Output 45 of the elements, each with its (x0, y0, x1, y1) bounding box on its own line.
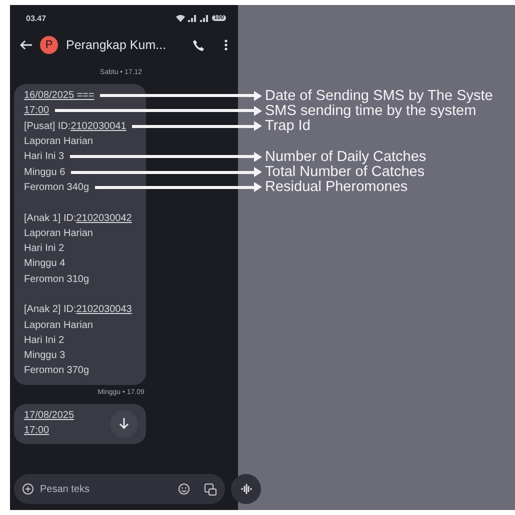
message-link[interactable]: 17:00 (24, 105, 50, 116)
contact-name: Perangkap Kum... (66, 38, 168, 52)
more-icon[interactable] (224, 39, 228, 51)
wifi-icon (176, 14, 185, 22)
message-input[interactable]: Pesan teks (40, 484, 172, 494)
message-line: Hari Ini 3 (24, 151, 64, 162)
message-line: Laporan Harian (24, 228, 93, 239)
message-line: Minggu 4 (24, 258, 66, 270)
annotation-label: Total Number of Catches (265, 164, 425, 180)
status-time: 03.47 (26, 14, 46, 22)
phone-icon[interactable] (193, 40, 204, 50)
signal-icon (200, 14, 209, 22)
message-line: Laporan Harian (24, 136, 93, 148)
scroll-down-button[interactable] (110, 410, 138, 438)
annotation-label: Trap Id (265, 118, 310, 134)
message-line: [Pusat] ID:2102030041 (24, 120, 126, 132)
message-link[interactable]: 17:00 (24, 425, 50, 436)
message-line: Feromon 310g (24, 274, 90, 285)
contact-avatar: P (40, 36, 58, 54)
signal-icon (188, 14, 197, 22)
voice-button[interactable] (231, 474, 261, 504)
annotation-label: Date of Sending SMS by The Syste (265, 88, 493, 104)
message-link[interactable]: 2102030042 (76, 212, 132, 224)
waveform-icon (240, 484, 252, 494)
annotation-label: SMS sending time by the system (265, 102, 476, 119)
annotation-label: Number of Daily Catches (265, 148, 426, 165)
message-line: [Anak 2] ID:2102030043 (24, 304, 132, 316)
gallery-icon[interactable] (204, 482, 217, 496)
message-line: [Anak 1] ID:2102030042 (24, 212, 132, 224)
message-link[interactable]: 2102030043 (76, 304, 132, 316)
add-icon[interactable] (22, 483, 34, 495)
message-line: Minggu 3 (24, 350, 66, 362)
back-icon[interactable] (20, 40, 32, 50)
message-line: Hari Ini 2 (24, 334, 64, 346)
message-link[interactable]: 16/08/2025 === (24, 90, 94, 102)
message-line: Hari Ini 2 (24, 243, 64, 254)
annotation-label: Residual Pheromones (265, 179, 408, 196)
message-link[interactable]: 17/08/2025 (24, 410, 74, 421)
message-line: Minggu 6 (24, 166, 66, 178)
message-line: Laporan Harian (24, 320, 93, 331)
message-line: Feromon 370g (24, 365, 90, 376)
emoji-icon[interactable] (178, 483, 190, 495)
message-line: Feromon 340g (24, 182, 90, 193)
message-link[interactable]: 2102030041 (70, 120, 126, 132)
down-arrow-icon (119, 418, 129, 430)
